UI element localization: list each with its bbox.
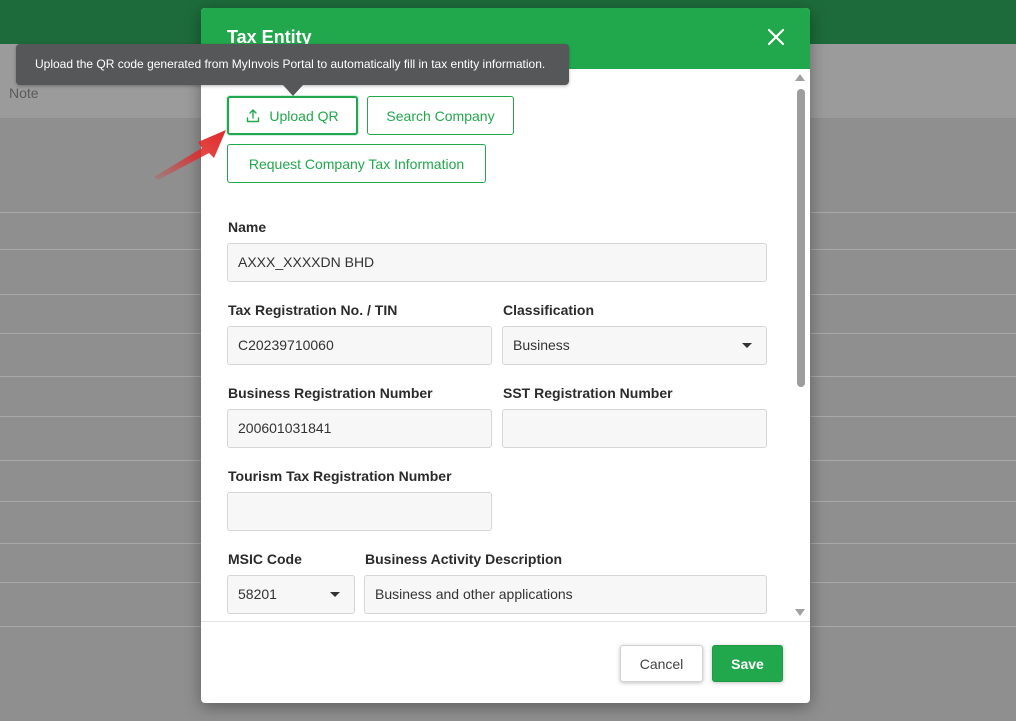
- name-label: Name: [228, 219, 267, 235]
- activity-value: Business and other applications: [375, 586, 573, 602]
- request-tax-info-button[interactable]: Request Company Tax Information: [227, 144, 486, 183]
- close-icon[interactable]: [765, 26, 787, 48]
- scroll-down-arrow[interactable]: [795, 609, 805, 616]
- msic-select[interactable]: 58201: [227, 575, 355, 614]
- tin-field[interactable]: C20239710060: [227, 326, 492, 365]
- brn-field[interactable]: 200601031841: [227, 409, 492, 448]
- upload-qr-tooltip: Upload the QR code generated from MyInvo…: [16, 44, 569, 85]
- save-button[interactable]: Save: [712, 645, 783, 682]
- scroll-up-arrow[interactable]: [795, 74, 805, 81]
- brn-value: 200601031841: [238, 420, 332, 436]
- modal-footer: Cancel Save: [201, 621, 810, 703]
- upload-qr-button[interactable]: Upload QR: [227, 96, 358, 135]
- tooltip-arrow: [283, 85, 303, 96]
- save-label: Save: [731, 655, 764, 672]
- tooltip-text: Upload the QR code generated from MyInvo…: [35, 57, 546, 71]
- tourism-field[interactable]: [227, 492, 492, 531]
- chevron-down-icon: [330, 592, 340, 597]
- scrollbar-thumb[interactable]: [797, 89, 805, 387]
- request-tax-info-label: Request Company Tax Information: [248, 155, 465, 172]
- classification-label: Classification: [503, 302, 595, 318]
- activity-field[interactable]: Business and other applications: [364, 575, 767, 614]
- upload-qr-label: Upload QR: [269, 107, 339, 124]
- tin-value: C20239710060: [238, 337, 334, 353]
- classification-value: Business: [513, 337, 570, 353]
- activity-label: Business Activity Description: [365, 551, 563, 567]
- classification-select[interactable]: Business: [502, 326, 767, 365]
- upload-icon: [247, 108, 260, 122]
- modal-body: Upload QR Search Company Request Company…: [201, 69, 810, 621]
- brn-label: Business Registration Number: [228, 385, 433, 401]
- red-pointer-arrow-icon: [154, 130, 226, 180]
- name-field[interactable]: AXXX_XXXXDN BHD: [227, 243, 767, 282]
- tax-entity-modal: Tax Entity Upload QR Search Company Requ…: [201, 8, 810, 703]
- name-value: AXXX_XXXXDN BHD: [238, 254, 375, 270]
- sst-label: SST Registration Number: [503, 385, 673, 401]
- background-note-header: Note: [9, 85, 39, 101]
- search-company-button[interactable]: Search Company: [367, 96, 514, 135]
- tin-label: Tax Registration No. / TIN: [228, 302, 398, 318]
- chevron-down-icon: [742, 343, 752, 348]
- cancel-label: Cancel: [639, 655, 684, 672]
- sst-field[interactable]: [502, 409, 767, 448]
- tourism-label: Tourism Tax Registration Number: [228, 468, 452, 484]
- msic-value: 58201: [238, 586, 277, 602]
- search-company-label: Search Company: [386, 107, 495, 124]
- cancel-button[interactable]: Cancel: [620, 645, 703, 682]
- msic-label: MSIC Code: [228, 551, 302, 567]
